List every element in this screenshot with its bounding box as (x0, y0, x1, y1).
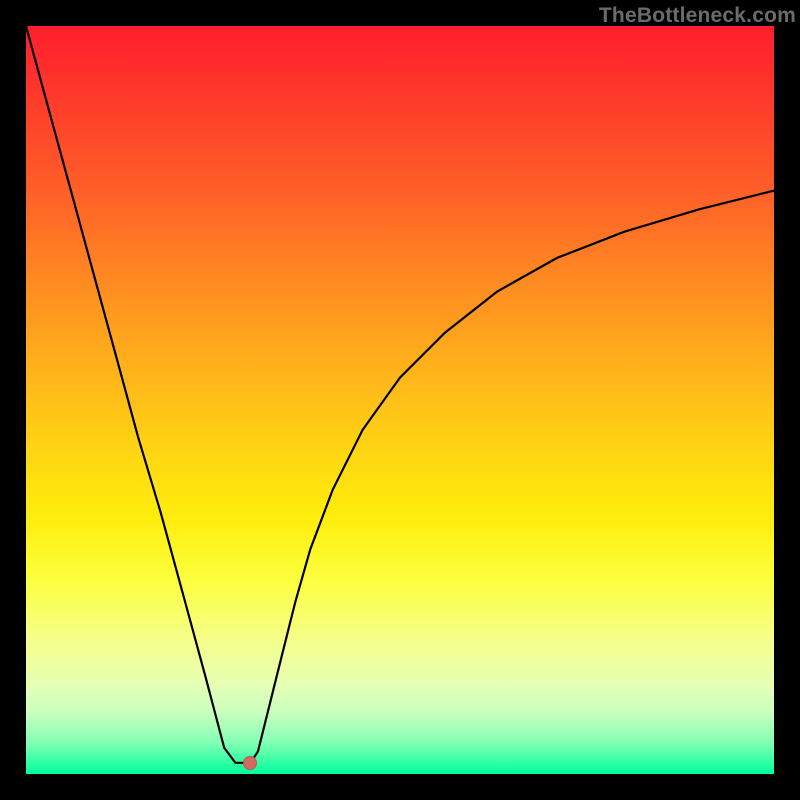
watermark: TheBottleneck.com (599, 4, 796, 28)
chart-frame: TheBottleneck.com (0, 0, 800, 800)
optimal-point-marker (243, 756, 257, 770)
plot-area (26, 26, 774, 774)
bottleneck-curve (26, 26, 774, 774)
